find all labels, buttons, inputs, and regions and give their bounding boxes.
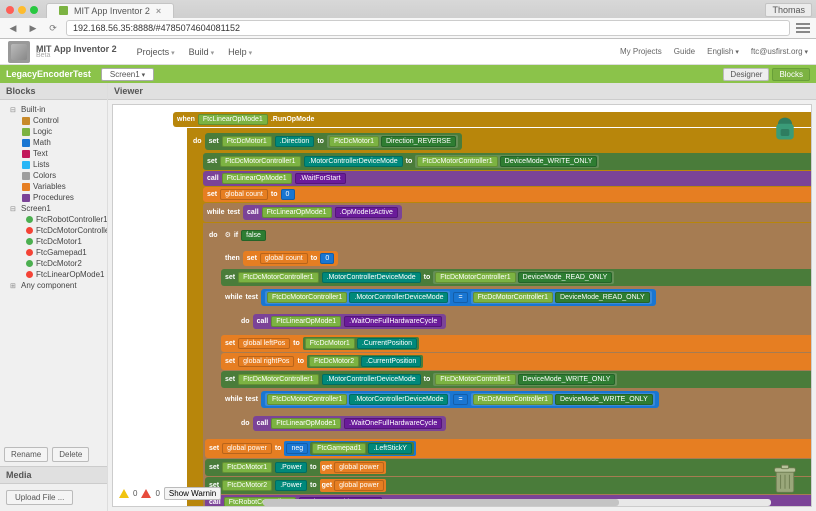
block-call-waitcycle[interactable]: callFtcLinearOpMode1.WaitOneFullHardware… (253, 314, 447, 329)
menu-projects[interactable]: Projects (137, 47, 175, 57)
close-window-icon[interactable] (6, 6, 14, 14)
tab-bar: MIT App Inventor 2 × Thomas (0, 0, 816, 18)
menu-build[interactable]: Build (189, 47, 214, 57)
error-icon (141, 489, 151, 498)
app-header: MIT App Inventor 2 Beta Projects Build H… (0, 39, 816, 65)
tree-any-component[interactable]: ⊞Any component (4, 280, 103, 291)
upload-file-button[interactable]: Upload File ... (6, 490, 73, 505)
blocks-tree: ⊟Built-in Control Logic Math Text Lists … (0, 100, 107, 443)
horizontal-scrollbar[interactable] (263, 499, 771, 506)
media-panel-header: Media (0, 467, 107, 484)
block-set-leftpos[interactable]: setglobal leftPostoFtcDcMotor1.CurrentPo… (221, 335, 812, 352)
forward-button[interactable]: ▶ (26, 21, 40, 35)
delete-button[interactable]: Delete (52, 447, 89, 462)
blocks-workspace[interactable]: when FtcLinearOpMode1 .RunOpMode do setF… (112, 104, 812, 507)
block-set-devmode-write2[interactable]: setFtcDcMotorController1.MotorController… (221, 371, 812, 388)
designer-button[interactable]: Designer (723, 68, 769, 81)
browser-chrome: MIT App Inventor 2 × Thomas ◀ ▶ ⟳ 192.16… (0, 0, 816, 39)
comp-0[interactable]: FtcRobotController1 (4, 214, 103, 225)
row-do2: do ⚙iffalse (205, 226, 812, 245)
warning-icon (119, 489, 129, 498)
block-call-waitstart[interactable]: callFtcLinearOpMode1.WaitForStart (203, 171, 812, 186)
block-set-power[interactable]: setglobal powertonegFtcGamepad1.LeftStic… (205, 439, 812, 458)
sidebar: Blocks ⊟Built-in Control Logic Math Text… (0, 83, 108, 511)
warnings-bar: 0 0 Show Warnin (119, 487, 221, 500)
comp-3[interactable]: FtcGamepad1 (4, 247, 103, 258)
back-button[interactable]: ◀ (6, 21, 20, 35)
window-controls[interactable] (6, 6, 38, 14)
comp-5[interactable]: FtcLinearOpMode1 (4, 269, 103, 280)
block-while-active[interactable]: whiletestcallFtcLinearOpMode1.OpModeIsAc… (203, 203, 812, 222)
blocks-panel-header: Blocks (0, 83, 107, 100)
block-while-read[interactable]: whiletestFtcDcMotorController1.MotorCont… (221, 287, 812, 308)
lang-dropdown[interactable]: English (707, 47, 739, 56)
backpack-icon[interactable] (771, 115, 799, 143)
row-then: then setglobal countto0 (221, 249, 812, 268)
link-my-projects[interactable]: My Projects (620, 47, 662, 56)
tree-screen[interactable]: ⊟Screen1 (4, 203, 103, 214)
block-set-direction[interactable]: setFtcDcMotor1.DirectiontoFtcDcMotor1Dir… (205, 133, 462, 150)
cat-colors[interactable]: Colors (4, 170, 103, 181)
header-right-links: My Projects Guide English ftc@usfirst.or… (620, 47, 808, 56)
minimize-window-icon[interactable] (18, 6, 26, 14)
main-area: Blocks ⊟Built-in Control Logic Math Text… (0, 83, 816, 511)
block-set-count-0[interactable]: setglobal countto0 (203, 187, 812, 202)
show-warnings-button[interactable]: Show Warnin (164, 487, 221, 500)
cat-control[interactable]: Control (4, 115, 103, 126)
screen-selector[interactable]: Screen1 (101, 68, 154, 81)
browser-user-button[interactable]: Thomas (765, 3, 812, 17)
block-set-count-0b[interactable]: setglobal countto0 (243, 251, 339, 266)
project-bar: LegacyEncoderTest Screen1 Designer Block… (0, 65, 816, 83)
block-while-write[interactable]: whiletestFtcDcMotorController1.MotorCont… (221, 389, 812, 410)
url-text: 192.168.56.35:8888/#4785074604081152 (73, 23, 240, 33)
comp-1[interactable]: FtcDcMotorController1 (4, 225, 103, 236)
menu-help[interactable]: Help (228, 47, 252, 57)
cat-math[interactable]: Math (4, 137, 103, 148)
tab-favicon (59, 6, 68, 15)
comp-2[interactable]: FtcDcMotor1 (4, 236, 103, 247)
tree-builtin[interactable]: ⊟Built-in (4, 104, 103, 115)
cat-procedures[interactable]: Procedures (4, 192, 103, 203)
block-set-motor2-power[interactable]: setFtcDcMotor2.Powertogetglobal power (205, 477, 812, 494)
block-set-devmode-read[interactable]: setFtcDcMotorController1.MotorController… (221, 269, 812, 286)
browser-tab[interactable]: MIT App Inventor 2 × (46, 3, 174, 18)
cat-lists[interactable]: Lists (4, 159, 103, 170)
project-name: LegacyEncoderTest (6, 69, 91, 79)
account-dropdown[interactable]: ftc@usfirst.org (751, 47, 808, 56)
blocks-canvas[interactable]: when FtcLinearOpMode1 .RunOpMode do setF… (173, 111, 812, 507)
link-guide[interactable]: Guide (674, 47, 695, 56)
media-panel: Media Upload File ... (0, 466, 107, 511)
reload-button[interactable]: ⟳ (46, 21, 60, 35)
maximize-window-icon[interactable] (30, 6, 38, 14)
block-set-motor1-power[interactable]: setFtcDcMotor1.Powertogetglobal power (205, 459, 812, 476)
block-set-rightpos[interactable]: setglobal rightPostoFtcDcMotor2.CurrentP… (221, 353, 812, 370)
blocks-button[interactable]: Blocks (772, 68, 810, 81)
viewer-header: Viewer (108, 83, 816, 100)
tab-title: MIT App Inventor 2 (74, 6, 150, 16)
rename-button[interactable]: Rename (4, 447, 48, 462)
block-if-false[interactable]: ⚙iffalse (221, 228, 270, 243)
block-call-waitcycle2[interactable]: callFtcLinearOpMode1.WaitOneFullHardware… (253, 416, 447, 431)
viewer-panel: Viewer when FtcLinearOpMode1 .RunOpMode … (108, 83, 816, 511)
hamburger-menu-icon[interactable] (796, 21, 810, 35)
app-logo-icon (8, 41, 30, 63)
row-do: do setFtcDcMotor1.DirectiontoFtcDcMotor1… (189, 131, 812, 152)
close-tab-icon[interactable]: × (156, 6, 161, 16)
trash-icon[interactable] (771, 464, 799, 496)
block-set-devicemode-write[interactable]: setFtcDcMotorController1.MotorController… (203, 153, 812, 170)
scrollbar-thumb[interactable] (263, 499, 619, 506)
cat-logic[interactable]: Logic (4, 126, 103, 137)
address-bar[interactable]: 192.168.56.35:8888/#4785074604081152 (66, 20, 790, 36)
app-menus: Projects Build Help (137, 47, 252, 57)
address-bar-row: ◀ ▶ ⟳ 192.168.56.35:8888/#47850746040811… (0, 18, 816, 38)
comp-4[interactable]: FtcDcMotor2 (4, 258, 103, 269)
cat-variables[interactable]: Variables (4, 181, 103, 192)
cat-text[interactable]: Text (4, 148, 103, 159)
block-when-runopmode[interactable]: when FtcLinearOpMode1 .RunOpMode (173, 112, 812, 127)
